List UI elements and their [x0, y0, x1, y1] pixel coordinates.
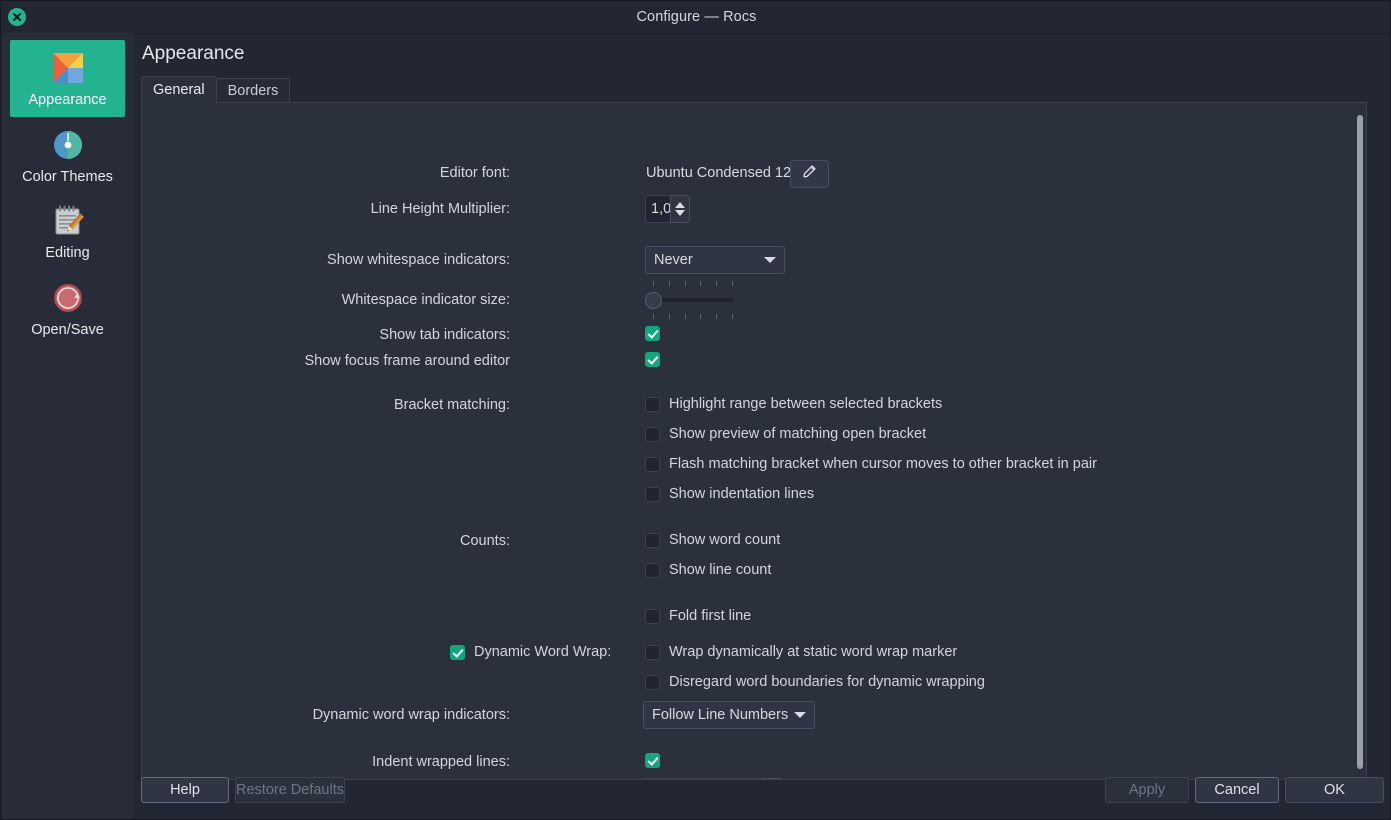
checkbox-label: Dynamic Word Wrap:: [474, 644, 612, 660]
checkbox-box[interactable]: [645, 326, 660, 341]
bracket-show-preview-checkbox[interactable]: Show preview of matching open bracket: [645, 426, 926, 442]
show-focus-frame-label: Show focus frame around editor: [304, 353, 510, 369]
whitespace-size-label: Whitespace indicator size:: [341, 292, 510, 308]
whitespace-indicators-select[interactable]: Never: [645, 246, 785, 274]
chevron-down-icon[interactable]: [675, 210, 685, 216]
wrap-indicators-label: Dynamic word wrap indicators:: [312, 707, 510, 723]
pencil-icon: [801, 163, 818, 185]
indent-wrapped-lines-label: Indent wrapped lines:: [372, 754, 510, 770]
editor-font-value: Ubuntu Condensed 12: [646, 165, 792, 181]
vertical-scrollbar[interactable]: [1357, 115, 1363, 769]
tab-pane-general: Editor font: Ubuntu Condensed 12 Line He…: [141, 102, 1367, 780]
sidebar-item-label: Color Themes: [22, 168, 113, 185]
whitespace-indicators-value: Never: [654, 252, 693, 268]
bracket-matching-label: Bracket matching:: [393, 397, 510, 413]
dynamic-word-wrap-checkbox[interactable]: Dynamic Word Wrap:: [450, 644, 611, 660]
tab-bar: General Borders: [141, 76, 291, 103]
scrollbar-thumb[interactable]: [1357, 115, 1363, 769]
appearance-icon: [48, 48, 88, 88]
show-line-count-checkbox[interactable]: Show line count: [645, 562, 771, 578]
editor-font-edit-button[interactable]: [790, 160, 829, 188]
apply-button: Apply: [1105, 777, 1189, 803]
configure-dialog: Configure — Rocs Appearance Color Themes…: [0, 0, 1391, 820]
sidebar-item-appearance[interactable]: Appearance: [10, 40, 125, 117]
sidebar-item-label: Editing: [45, 245, 90, 262]
checkbox-box[interactable]: [645, 532, 660, 548]
disregard-word-boundaries-checkbox[interactable]: Disregard word boundaries for dynamic wr…: [645, 674, 985, 690]
sidebar-item-color-themes[interactable]: Color Themes: [10, 117, 125, 194]
chevron-down-icon: [794, 712, 807, 718]
checkbox-box[interactable]: [645, 562, 660, 578]
checkbox-label: Show indentation lines: [669, 486, 815, 502]
checkbox-box[interactable]: [645, 352, 660, 367]
checkbox-label: Highlight range between selected bracket…: [669, 396, 943, 412]
page-title: Appearance: [142, 43, 245, 64]
sidebar-item-label: Appearance: [28, 92, 107, 108]
chevron-up-icon[interactable]: [675, 202, 685, 208]
editing-icon: [48, 201, 88, 241]
help-button[interactable]: Help: [141, 777, 229, 803]
checkbox-label: Fold first line: [669, 608, 752, 624]
bracket-flash-matching-checkbox[interactable]: Flash matching bracket when cursor moves…: [645, 456, 1097, 472]
sidebar-item-editing[interactable]: Editing: [10, 193, 125, 270]
fold-first-line-checkbox[interactable]: Fold first line: [645, 608, 751, 624]
ok-button[interactable]: OK: [1285, 777, 1384, 803]
line-height-arrows[interactable]: [670, 195, 690, 223]
chevron-down-icon: [764, 257, 776, 263]
show-focus-frame-checkbox[interactable]: [645, 352, 660, 367]
show-word-count-checkbox[interactable]: Show word count: [645, 532, 780, 548]
slider-handle[interactable]: [645, 292, 662, 309]
tab-borders[interactable]: Borders: [215, 78, 291, 103]
checkbox-label: Show word count: [669, 532, 781, 548]
tab-general[interactable]: General: [141, 76, 217, 103]
checkbox-box[interactable]: [450, 644, 465, 660]
checkbox-label: Flash matching bracket when cursor moves…: [669, 456, 1097, 472]
checkbox-box[interactable]: [645, 486, 660, 502]
line-height-value[interactable]: 1,0: [645, 195, 670, 223]
slider-groove[interactable]: [653, 298, 733, 302]
sidebar-item-label: Open/Save: [31, 322, 104, 339]
checkbox-box[interactable]: [645, 396, 660, 412]
wrap-at-static-marker-checkbox[interactable]: Wrap dynamically at static word wrap mar…: [645, 644, 957, 660]
restore-defaults-button: Restore Defaults: [235, 777, 345, 803]
line-height-stepper[interactable]: 1,0: [645, 195, 690, 223]
dialog-button-bar: Help Restore Defaults Apply Cancel OK: [133, 771, 1390, 819]
slider-ticks-bottom: [653, 314, 733, 319]
editor-font-label: Editor font:: [439, 165, 510, 181]
wrap-indicators-value: Follow Line Numbers: [652, 707, 789, 723]
window-title: Configure — Rocs: [636, 9, 757, 25]
sidebar-item-open-save[interactable]: Open/Save: [10, 270, 125, 347]
color-themes-icon: [48, 125, 88, 165]
bracket-highlight-range-checkbox[interactable]: Highlight range between selected bracket…: [645, 396, 942, 412]
checkbox-label: Show line count: [669, 562, 772, 578]
checkbox-box[interactable]: [645, 608, 660, 624]
cancel-button[interactable]: Cancel: [1195, 777, 1279, 803]
title-bar: Configure — Rocs: [1, 1, 1390, 34]
checkbox-box[interactable]: [645, 753, 660, 768]
open-save-icon: [48, 278, 88, 318]
checkbox-label: Disregard word boundaries for dynamic wr…: [669, 674, 985, 690]
checkbox-box[interactable]: [645, 674, 660, 690]
settings-form: Editor font: Ubuntu Condensed 12 Line He…: [142, 103, 1366, 779]
whitespace-indicators-label: Show whitespace indicators:: [327, 252, 510, 268]
show-tab-indicators-label: Show tab indicators:: [379, 327, 510, 343]
sidebar: Appearance Color Themes Editing Open/Sav…: [2, 33, 133, 819]
counts-label: Counts:: [460, 533, 510, 549]
wrap-indicators-select[interactable]: Follow Line Numbers: [643, 701, 816, 729]
checkbox-box[interactable]: [645, 644, 660, 660]
checkbox-box[interactable]: [645, 426, 660, 442]
main-panel: Appearance General Borders Editor font: …: [133, 33, 1390, 819]
slider-ticks-top: [653, 281, 733, 286]
checkbox-label: Wrap dynamically at static word wrap mar…: [669, 644, 958, 660]
line-height-label: Line Height Multiplier:: [370, 201, 510, 217]
checkbox-label: Show preview of matching open bracket: [669, 426, 927, 442]
whitespace-size-slider[interactable]: [645, 281, 733, 319]
indent-wrapped-lines-checkbox[interactable]: [645, 753, 660, 768]
checkbox-box[interactable]: [645, 456, 660, 472]
show-tab-indicators-checkbox[interactable]: [645, 326, 660, 341]
close-icon[interactable]: [8, 8, 26, 26]
show-indentation-lines-checkbox[interactable]: Show indentation lines: [645, 486, 814, 502]
